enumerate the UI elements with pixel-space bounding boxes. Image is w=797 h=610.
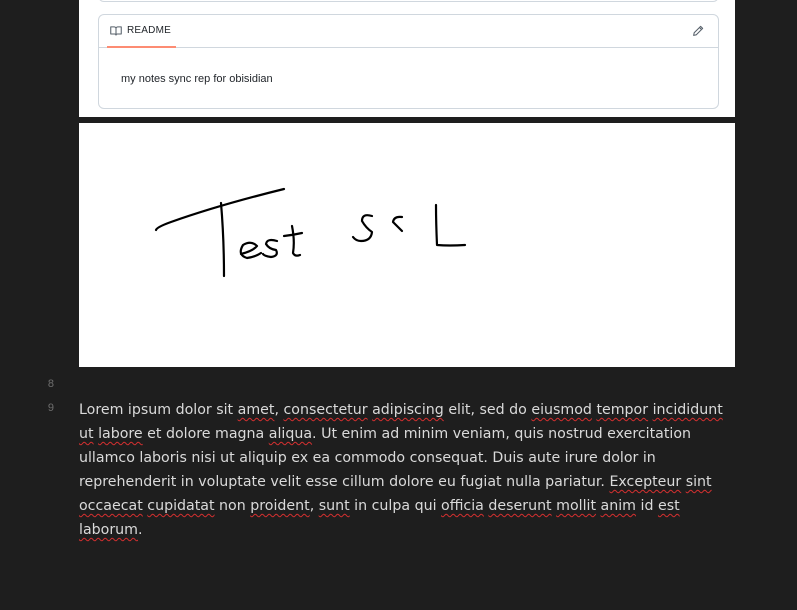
readme-tab-label: README: [127, 25, 171, 36]
text-run: et dolore magna: [142, 426, 269, 442]
misspelled-word: Excepteur: [609, 474, 682, 490]
editor-paragraph[interactable]: Lorem ipsum dolor sit amet, consectetur …: [79, 398, 729, 542]
readme-tab-bar: README: [99, 15, 718, 48]
readme-body-text: my notes sync rep for obisidian: [121, 73, 273, 85]
misspelled-word: sunt: [318, 498, 350, 514]
misspelled-word: amet: [237, 402, 275, 418]
handwriting-drawing: [154, 187, 467, 278]
misspelled-word: proident: [250, 498, 310, 514]
misspelled-word: sint: [685, 474, 712, 490]
previous-panel-edge: [98, 0, 719, 2]
misspelled-word: consectetur: [283, 402, 368, 418]
text-run: .: [137, 522, 143, 538]
editor-view: README my notes sync rep for obisidian 8…: [0, 0, 797, 610]
misspelled-word: laborum: [79, 522, 138, 538]
misspelled-word: adipiscing: [372, 402, 444, 418]
misspelled-word: ut: [79, 426, 94, 442]
text-run: id: [636, 498, 658, 514]
misspelled-word: mollit: [556, 498, 597, 514]
misspelled-word: est: [657, 498, 680, 514]
text-run: non: [214, 498, 251, 514]
text-run: ,: [309, 498, 319, 514]
misspelled-word: anim: [600, 498, 636, 514]
readme-tab[interactable]: README: [107, 15, 176, 48]
misspelled-word: cupidatat: [147, 498, 215, 514]
embedded-readme-image: README my notes sync rep for obisidian: [79, 0, 735, 117]
line-number: 9: [47, 402, 54, 414]
line-number: 8: [47, 378, 54, 390]
text-run: in culpa qui: [349, 498, 442, 514]
book-icon: [110, 25, 122, 37]
readme-panel: README my notes sync rep for obisidian: [98, 14, 719, 109]
misspelled-word: deserunt: [488, 498, 552, 514]
misspelled-word: tempor: [596, 402, 649, 418]
text-run: elit, sed do: [443, 402, 532, 418]
misspelled-word: eiusmod: [531, 402, 592, 418]
text-run: Lorem ipsum dolor sit: [79, 402, 238, 418]
misspelled-word: occaecat: [79, 498, 143, 514]
handwriting-image: Test SSL: [79, 123, 735, 367]
misspelled-word: officia: [441, 498, 484, 514]
misspelled-word: labore: [98, 426, 143, 442]
misspelled-word: incididunt: [652, 402, 723, 418]
pencil-icon[interactable]: [692, 25, 704, 37]
misspelled-word: aliqua: [268, 426, 313, 442]
